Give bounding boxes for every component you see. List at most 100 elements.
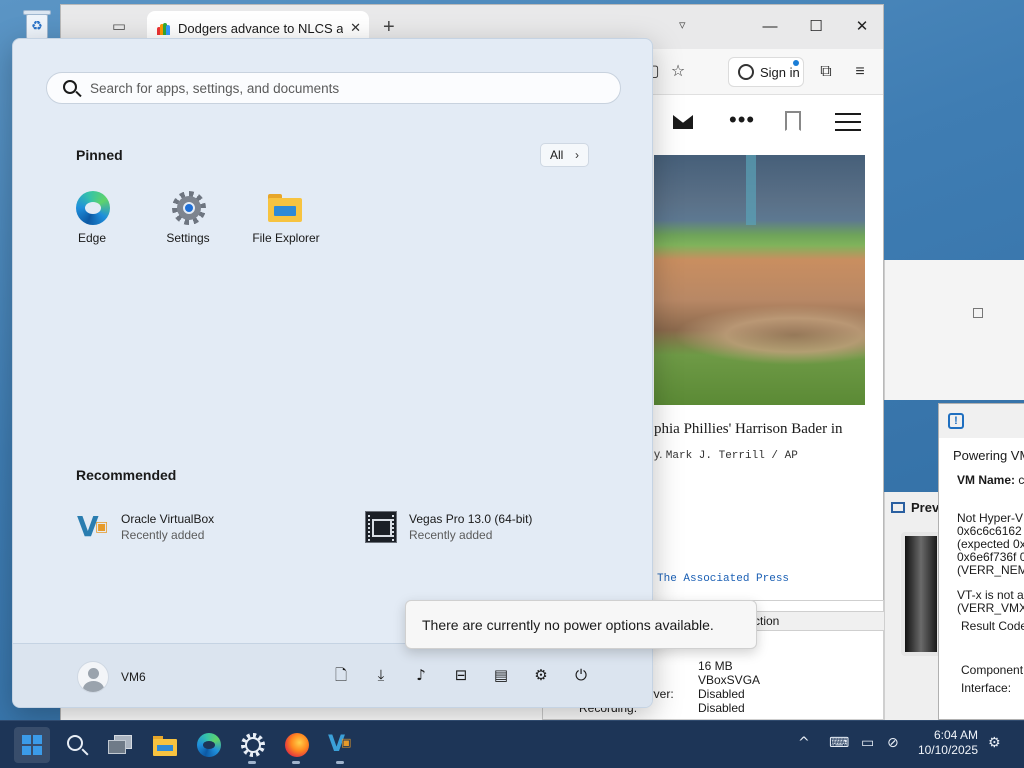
pinned-app-settings[interactable]: Settings [143,189,233,249]
chevron-right-icon: › [575,148,579,162]
pinned-app-edge[interactable]: Edge [47,189,137,249]
firefox-icon [285,733,309,757]
detail-value: 16 MB [698,659,733,673]
tab-list-chevron-icon[interactable]: ▿ [679,17,686,33]
minimize-button[interactable]: — [755,15,785,39]
maximize-icon[interactable] [973,308,983,318]
error-line: (VERR_NEM_N [957,563,1024,577]
interface-label: Interface: [961,681,1012,695]
user-avatar-icon[interactable] [77,661,109,693]
search-placeholder: Search for apps, settings, and documents [90,81,340,96]
vegas-pro-icon [365,511,397,543]
taskbar-edge[interactable] [190,727,226,763]
workspaces-icon[interactable]: ▭ [109,17,129,37]
error-line: (VERR_VMX_N [957,601,1024,615]
dialog-titlebar: ! [939,404,1024,438]
folder-icon [268,194,302,222]
settings-menu-icon[interactable]: ≡ [849,61,871,83]
pinned-app-label: File Explorer [252,231,320,245]
close-button[interactable]: ✕ [847,15,877,39]
recommended-item-virtualbox[interactable]: V ▣ Oracle VirtualBox Recently added [77,511,277,547]
preview-header: Prev [891,500,939,515]
tab-title: Dodgers advance to NLCS afte [178,21,343,36]
user-name[interactable]: VM6 [121,670,146,684]
edge-icon [197,733,221,757]
photo-caption: phia Phillies' Harrison Bader in [654,421,843,437]
maximize-button[interactable]: ☐ [801,15,831,39]
pinned-app-file-explorer[interactable]: File Explorer [241,189,331,249]
virtualbox-dialog-icon: ! [948,413,964,429]
recommended-heading: Recommended [76,467,177,483]
start-icon [22,735,42,755]
taskbar-firefox[interactable] [278,727,314,764]
search-icon [67,735,83,751]
detail-value: Disabled [698,687,745,701]
taskbar-virtualbox[interactable]: V ▣ [322,727,358,764]
mail-icon[interactable] [673,115,693,129]
running-indicator [292,761,300,764]
hamburger-menu-icon[interactable] [835,111,861,133]
tab-close-icon[interactable]: ✕ [350,20,361,36]
pinned-app-label: Edge [77,231,107,245]
vm-error-dialog: ! Powering VM VM Name: co Not Hyper-V C … [938,403,1024,720]
taskbar-settings[interactable] [234,727,270,764]
credit-name: Mark J. Terrill / AP [665,450,798,462]
settings-icon [241,733,265,757]
music-icon[interactable]: ♪ [410,664,432,686]
recommended-subtitle: Recently added [121,528,205,542]
tooltip-message: There are currently no power options ava… [422,617,714,633]
virtualbox-manager-pane [884,260,1024,400]
sign-in-label: Sign in [760,65,800,80]
clock-date: 10/10/2025 [917,743,978,757]
nbc-favicon-icon [157,23,171,35]
site-nav: ••• [621,105,881,145]
edge-icon [76,191,110,225]
more-icon[interactable]: ••• [729,107,755,133]
notification-dot [793,60,799,66]
start-footer: VM6 🗋 ⤓ ♪ ⊟ ▤ ⚙ ⏻ [13,643,652,707]
article-source-link[interactable]: The Associated Press [657,573,789,585]
article-photo [654,155,865,405]
network-folder-icon[interactable]: ⊟ [450,664,472,686]
volume-muted-icon[interactable]: ⊘ [887,735,899,751]
taskbar: V ▣ ^ ⌨ ▭ ⊘ 6:04 AM 10/10/2025 ⚙ [0,720,1024,768]
preview-panel: Prev [884,492,944,720]
start-search-input[interactable]: Search for apps, settings, and documents [46,72,621,104]
running-indicator [248,761,256,764]
power-options-tooltip: There are currently no power options ava… [405,600,757,649]
personal-folder-icon[interactable]: ▤ [490,664,512,686]
show-hidden-icons-chevron-icon[interactable]: ^ [798,735,810,751]
details-tab[interactable]: ction [749,611,885,631]
pinned-app-label: Settings [166,231,210,245]
notifications-icon[interactable]: ⚙ [988,735,1001,751]
taskbar-file-explorer[interactable] [146,727,182,763]
recommended-name: Vegas Pro 13.0 (64-bit) [409,512,533,526]
clock-time: 6:04 AM [933,728,978,742]
documents-icon[interactable]: 🗋 [330,664,352,686]
start-button[interactable] [14,727,50,763]
task-view-button[interactable] [102,727,138,763]
network-icon[interactable]: ▭ [861,735,874,751]
sign-in-button[interactable]: Sign in [728,57,804,87]
recommended-item-vegas-pro[interactable]: Vegas Pro 13.0 (64-bit) Recently added [365,511,565,547]
search-icon [63,80,77,94]
monitor-icon [891,502,905,513]
all-apps-label: All [550,148,564,162]
downloads-icon[interactable]: ⤓ [370,664,392,686]
dialog-title: Powering VM [953,448,1024,463]
settings-icon[interactable]: ⚙ [530,664,552,686]
detail-value: Disabled [698,701,745,715]
taskbar-search-button[interactable] [58,727,94,763]
favorite-star-icon[interactable]: ☆ [667,61,689,83]
bookmark-icon[interactable] [785,111,801,131]
all-apps-button[interactable]: All › [540,143,589,167]
extensions-icon[interactable]: ⧉ [815,61,837,83]
taskbar-clock[interactable]: 6:04 AM 10/10/2025 [912,728,978,758]
keyboard-icon[interactable]: ⌨ [829,735,849,751]
power-icon[interactable]: ⏻ [570,664,592,686]
credit-prefix: y. [654,447,663,461]
detail-value: VBoxSVGA [698,673,761,687]
pinned-heading: Pinned [76,147,123,163]
new-tab-button[interactable]: + [383,17,395,37]
recommended-subtitle: Recently added [409,528,493,542]
